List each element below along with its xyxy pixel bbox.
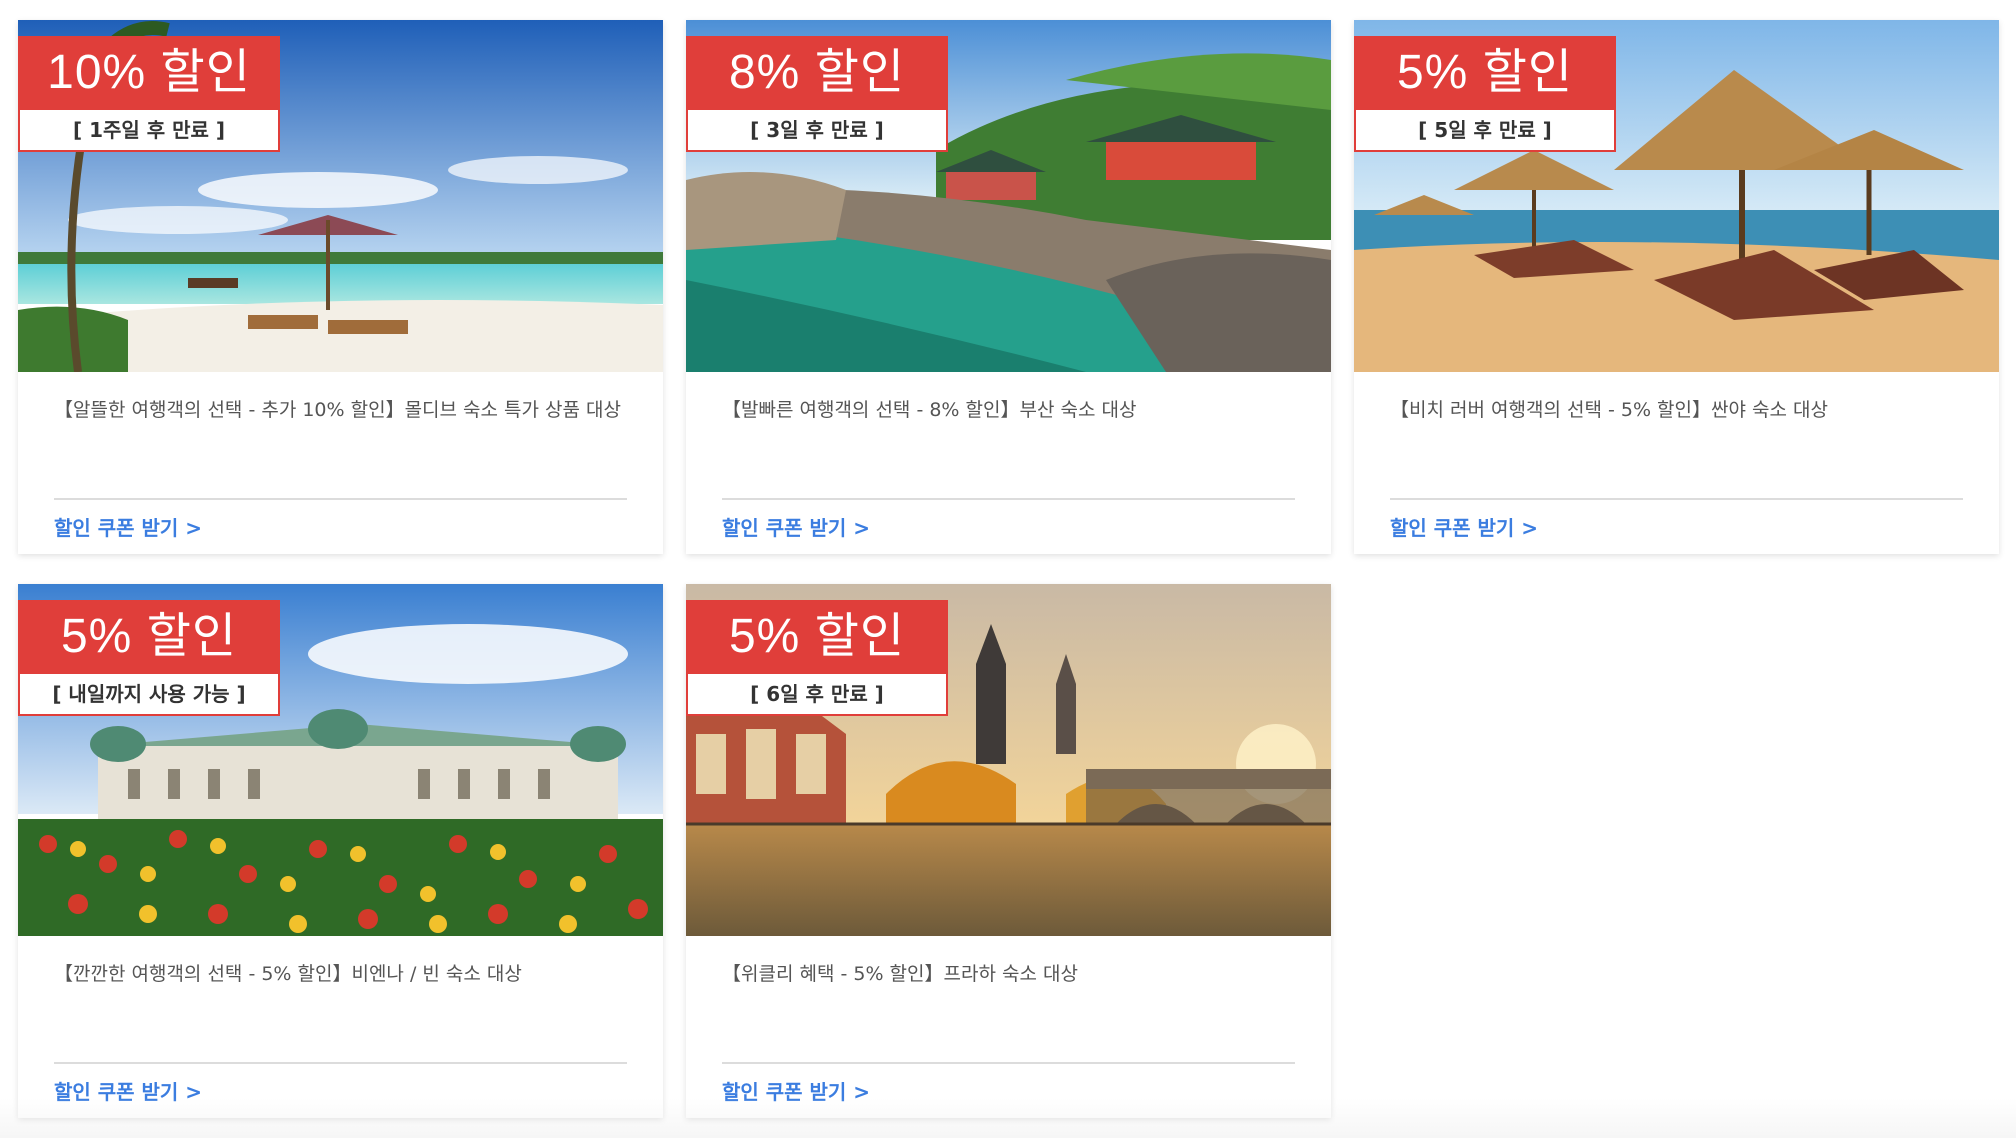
card-image[interactable]: 10% 할인 [ 1주일 후 만료 ] [18, 20, 663, 372]
expiry-label: [ 5일 후 만료 ] [1354, 110, 1616, 152]
card-image[interactable]: 5% 할인 [ 6일 후 만료 ] [686, 584, 1331, 936]
card-image[interactable]: 5% 할인 [ 내일까지 사용 가능 ] [18, 584, 663, 936]
coupon-card[interactable]: 8% 할인 [ 3일 후 만료 ] 【발빠른 여행객의 선택 - 8% 할인】부… [686, 20, 1331, 554]
get-coupon-link[interactable]: 할인 쿠폰 받기 > [1390, 512, 1538, 541]
discount-badge: 5% 할인 [ 5일 후 만료 ] [1354, 36, 1616, 152]
discount-badge: 10% 할인 [ 1주일 후 만료 ] [18, 36, 280, 152]
divider [722, 498, 1295, 500]
divider [54, 498, 627, 500]
discount-label: 5% 할인 [1354, 36, 1616, 110]
discount-badge: 5% 할인 [ 내일까지 사용 가능 ] [18, 600, 280, 716]
coupon-card[interactable]: 5% 할인 [ 5일 후 만료 ] 【비치 러버 여행객의 선택 - 5% 할인… [1354, 20, 1999, 554]
coupon-title[interactable]: 【발빠른 여행객의 선택 - 8% 할인】부산 숙소 대상 [722, 372, 1295, 424]
coupon-grid: 10% 할인 [ 1주일 후 만료 ] 【알뜰한 여행객의 선택 - 추가 10… [18, 20, 1999, 1118]
expiry-label: [ 6일 후 만료 ] [686, 674, 948, 716]
get-coupon-link[interactable]: 할인 쿠폰 받기 > [54, 512, 202, 541]
discount-label: 10% 할인 [18, 36, 280, 110]
get-coupon-link[interactable]: 할인 쿠폰 받기 > [722, 1076, 870, 1105]
get-coupon-link[interactable]: 할인 쿠폰 받기 > [722, 512, 870, 541]
expiry-label: [ 내일까지 사용 가능 ] [18, 674, 280, 716]
divider [1390, 498, 1963, 500]
coupon-title[interactable]: 【위클리 혜택 - 5% 할인】프라하 숙소 대상 [722, 936, 1295, 988]
discount-label: 8% 할인 [686, 36, 948, 110]
discount-badge: 5% 할인 [ 6일 후 만료 ] [686, 600, 948, 716]
coupon-card[interactable]: 10% 할인 [ 1주일 후 만료 ] 【알뜰한 여행객의 선택 - 추가 10… [18, 20, 663, 554]
expiry-label: [ 1주일 후 만료 ] [18, 110, 280, 152]
discount-badge: 8% 할인 [ 3일 후 만료 ] [686, 36, 948, 152]
discount-label: 5% 할인 [18, 600, 280, 674]
get-coupon-link[interactable]: 할인 쿠폰 받기 > [54, 1076, 202, 1105]
expiry-label: [ 3일 후 만료 ] [686, 110, 948, 152]
coupon-card[interactable]: 5% 할인 [ 6일 후 만료 ] 【위클리 혜택 - 5% 할인】프라하 숙소… [686, 584, 1331, 1118]
divider [722, 1062, 1295, 1064]
coupon-card[interactable]: 5% 할인 [ 내일까지 사용 가능 ] 【깐깐한 여행객의 선택 - 5% 할… [18, 584, 663, 1118]
card-image[interactable]: 5% 할인 [ 5일 후 만료 ] [1354, 20, 1999, 372]
coupon-title[interactable]: 【알뜰한 여행객의 선택 - 추가 10% 할인】몰디브 숙소 특가 상품 대상 [54, 372, 627, 424]
discount-label: 5% 할인 [686, 600, 948, 674]
divider [54, 1062, 627, 1064]
coupon-title[interactable]: 【비치 러버 여행객의 선택 - 5% 할인】싼야 숙소 대상 [1390, 372, 1963, 424]
card-image[interactable]: 8% 할인 [ 3일 후 만료 ] [686, 20, 1331, 372]
coupon-title[interactable]: 【깐깐한 여행객의 선택 - 5% 할인】비엔나 / 빈 숙소 대상 [54, 936, 627, 988]
